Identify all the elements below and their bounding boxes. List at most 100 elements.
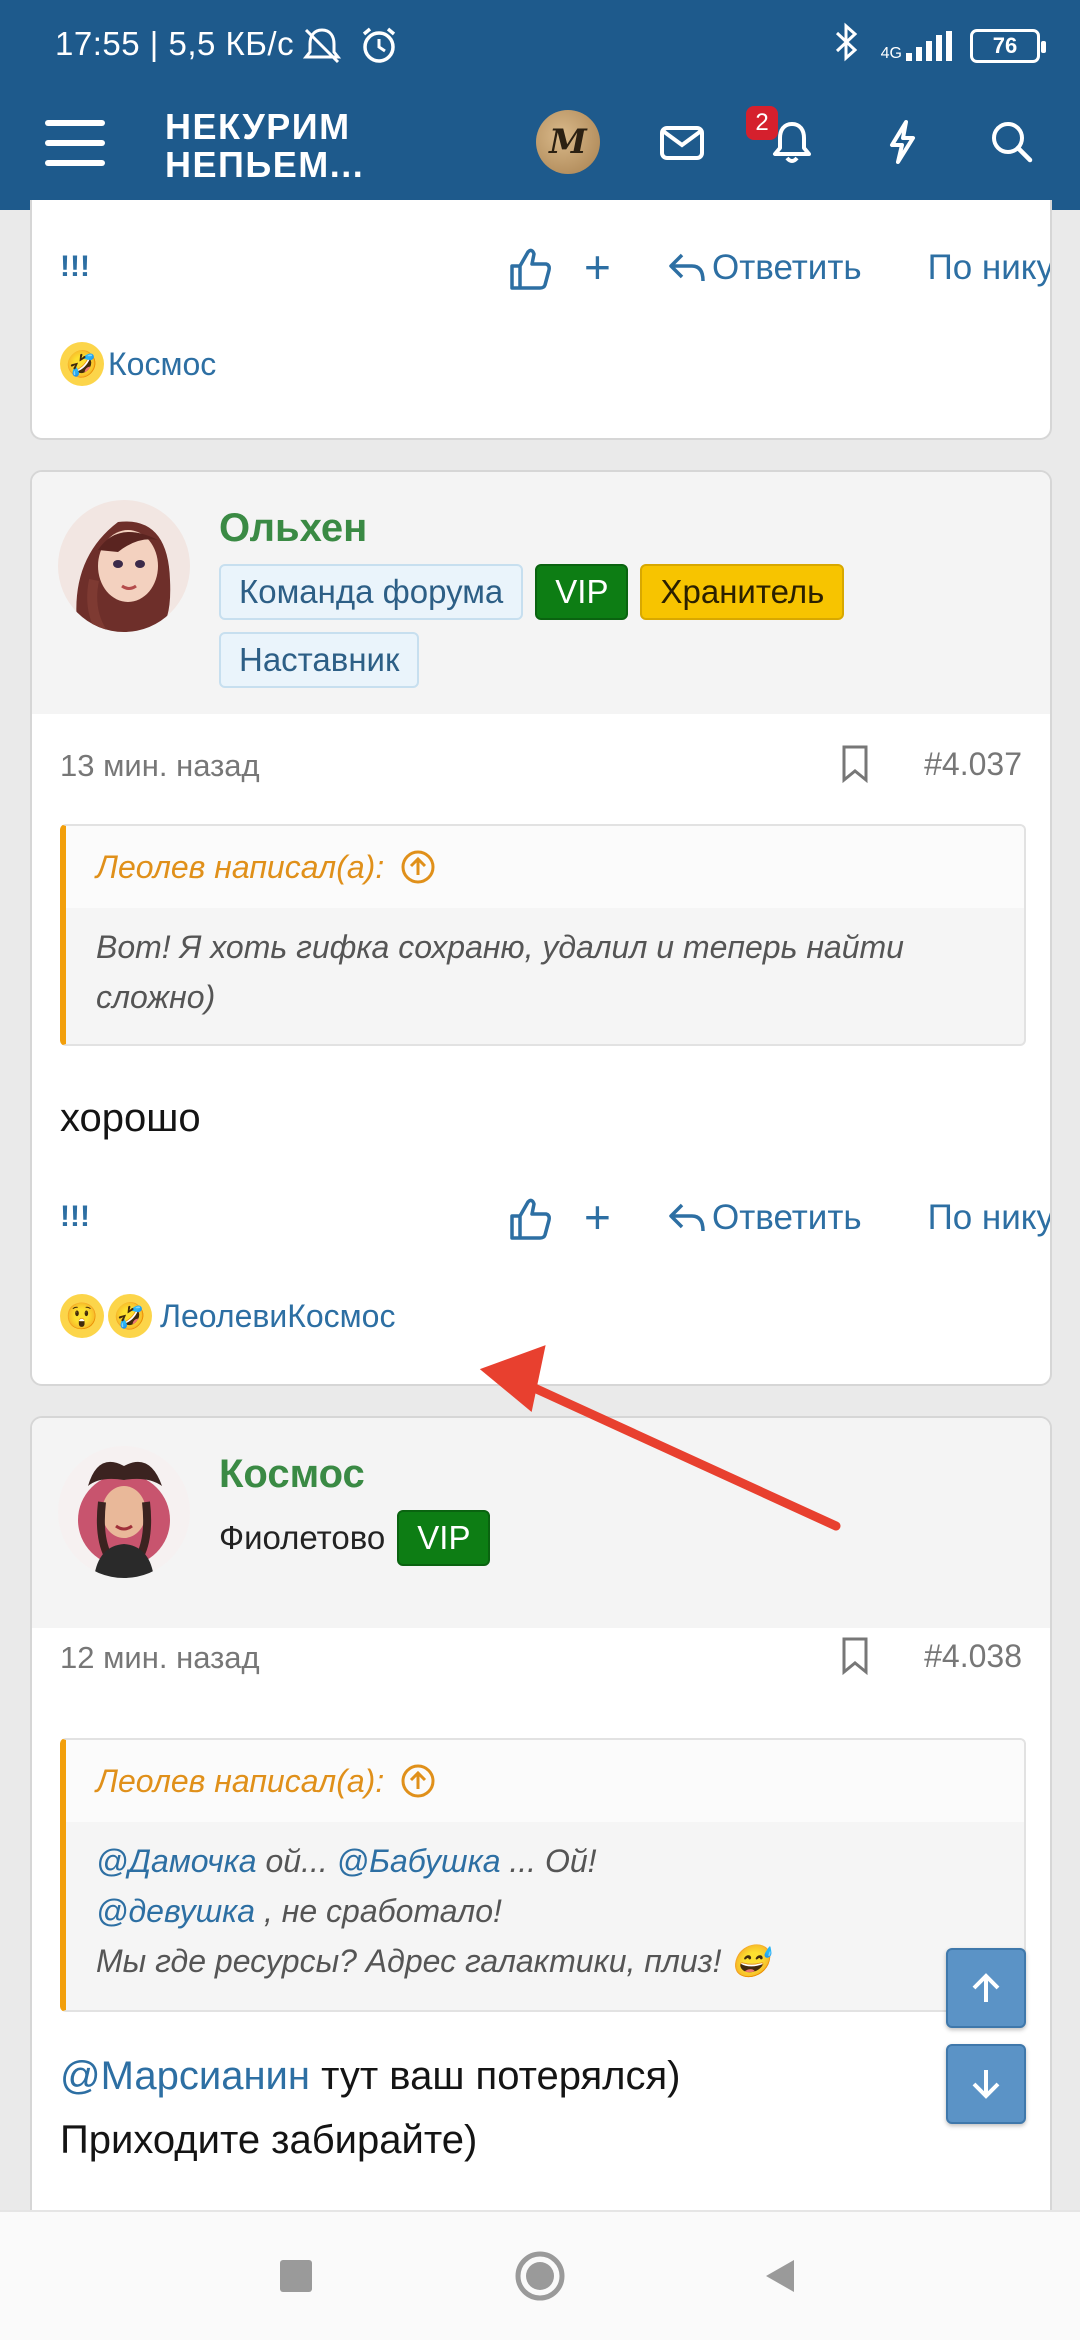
author-avatar[interactable] — [58, 500, 190, 632]
reactions-summary[interactable]: 🤣 Космос — [60, 342, 216, 386]
reply-button[interactable]: Ответить — [668, 1198, 862, 1238]
app-header: 17:55 | 5,5 КБ/с 4G 76 НЕКУРИМ НЕПЬЕМ...… — [0, 0, 1080, 210]
reply-label: Ответить — [712, 1198, 862, 1237]
astonished-emoji-icon: 😲 — [60, 1294, 104, 1338]
menu-button[interactable] — [45, 120, 105, 168]
post-time[interactable]: 13 мин. назад — [60, 748, 260, 784]
back-button[interactable] — [760, 2256, 800, 2301]
like-button[interactable] — [508, 1194, 552, 1244]
quote-text: @Дамочка ой... @Бабушка ... Ой! @девушка… — [66, 1822, 1024, 2006]
post-author-block: Ольхен Команда форума VIP Хранитель Наст… — [32, 472, 1050, 714]
post-number[interactable]: #4.037 — [924, 746, 1022, 783]
mention-link[interactable]: @Дамочка — [96, 1843, 257, 1879]
reply-icon — [669, 1203, 705, 1232]
report-button[interactable]: !!! — [60, 1200, 90, 1234]
dnd-icon — [300, 26, 344, 71]
post-actions: !!! + Ответить По нику — [60, 1191, 1050, 1254]
home-circle-icon — [515, 2251, 565, 2301]
post-body: хорошо — [60, 1096, 201, 1140]
status-icons: 4G 76 — [829, 22, 1046, 69]
mention-link[interactable]: @девушка — [96, 1893, 255, 1929]
mention-link[interactable]: @Марсианин — [60, 2054, 310, 2098]
battery-icon: 76 — [970, 28, 1046, 63]
rofl-emoji-icon: 🤣 — [60, 342, 104, 386]
post-line: Приходите забирайте) — [60, 2118, 478, 2162]
rofl-emoji-icon: 🤣 — [108, 1294, 152, 1338]
site-title[interactable]: НЕКУРИМ НЕПЬЕМ... — [165, 108, 364, 184]
post-line: @Марсианин тут ваш потерялся) — [60, 2044, 680, 2108]
mention-link[interactable]: @Бабушка — [337, 1843, 501, 1879]
arrow-down-icon — [972, 2070, 1000, 2099]
quote-block: Леолев написал(а): @Дамочка ой... @Бабуш… — [60, 1738, 1026, 2012]
like-button[interactable] — [508, 244, 552, 294]
quote-text: Вот! Я хоть гифка сохраню, удалил и тепе… — [96, 929, 904, 1015]
quote-line: Мы где ресурсы? Адрес галактики, плиз! 😅 — [96, 1943, 771, 1979]
post-time[interactable]: 12 мин. назад — [60, 1640, 260, 1676]
site-title-line1: НЕКУРИМ — [165, 106, 351, 147]
post-author-block: Космос Фиолетово VIP — [32, 1418, 1050, 1628]
alarm-icon — [358, 24, 400, 71]
bookmark-button[interactable] — [840, 1636, 870, 1676]
user-title: Фиолетово — [219, 1519, 386, 1556]
arrow-up-circle-icon — [401, 1764, 435, 1798]
reaction-user[interactable]: Космос — [287, 1298, 395, 1335]
author-username[interactable]: Ольхен — [219, 506, 367, 551]
badge-vip: VIP — [535, 564, 629, 620]
whats-new-button[interactable] — [872, 112, 932, 172]
search-button[interactable] — [982, 112, 1042, 172]
quote-header[interactable]: Леолев написал(а): — [66, 1740, 1024, 1822]
author-avatar[interactable] — [58, 1446, 190, 1578]
badge-keeper: Хранитель — [640, 564, 845, 620]
notification-count-badge: 2 — [746, 106, 778, 140]
thumbs-up-icon — [510, 1198, 551, 1240]
status-time-speed: 17:55 | 5,5 КБ/с — [55, 25, 295, 62]
post-actions: !!! + Ответить По нику — [60, 241, 1050, 304]
post-number[interactable]: #4.038 — [924, 1638, 1022, 1675]
signal-icon: 4G — [880, 30, 952, 62]
scroll-up-button[interactable] — [946, 1948, 1026, 2028]
bluetooth-icon — [829, 22, 863, 69]
arrow-up-icon — [972, 1973, 1000, 2002]
post-previous: !!! + Ответить По нику 🤣 Космос — [30, 200, 1052, 440]
quote-author: Леолев написал(а): — [96, 848, 385, 885]
react-plus-button[interactable]: + — [584, 240, 611, 294]
quote-fragment: ой... — [256, 1843, 337, 1879]
reaction-user[interactable]: Космос — [108, 346, 216, 383]
badge-forum-team: Команда форума — [219, 564, 524, 620]
home-button[interactable] — [514, 2250, 566, 2307]
quote-line: @девушка , не сработало! — [96, 1886, 994, 1936]
bookmark-button[interactable] — [840, 744, 870, 784]
quote-fragment: ... Ой! — [500, 1843, 597, 1879]
reactions-summary[interactable]: 😲 🤣 Леолев и Космос — [60, 1294, 395, 1338]
quote-fragment: , не сработало! — [255, 1893, 502, 1929]
quote-header[interactable]: Леолев написал(а): — [66, 826, 1024, 908]
system-navigation-bar — [0, 2210, 1080, 2340]
bookmark-icon — [842, 745, 868, 784]
author-badges: Команда форума VIP Хранитель Наставник — [219, 564, 1039, 688]
arrow-up-circle-icon — [401, 850, 435, 884]
react-plus-button[interactable]: + — [584, 1190, 611, 1244]
post-kosmos: Космос Фиолетово VIP 12 мин. назад #4.03… — [30, 1416, 1052, 2236]
user-avatar-button[interactable]: M — [536, 110, 600, 174]
thumbs-up-icon — [510, 248, 551, 290]
report-button[interactable]: !!! — [60, 250, 90, 284]
by-nick-button[interactable]: По нику — [928, 248, 1050, 288]
quote-author: Леолев написал(а): — [96, 1762, 385, 1799]
lightning-icon — [890, 120, 915, 164]
badge-mentor: Наставник — [219, 632, 420, 688]
network-type: 4G — [880, 44, 902, 62]
recents-button[interactable] — [278, 2258, 314, 2299]
square-icon — [280, 2260, 312, 2292]
search-icon — [992, 122, 1033, 163]
reply-icon — [669, 253, 705, 282]
site-title-line2: НЕПЬЕМ... — [165, 144, 365, 185]
reaction-separator: и — [269, 1297, 288, 1334]
messages-button[interactable] — [652, 112, 712, 172]
scroll-down-button[interactable] — [946, 2044, 1026, 2124]
reply-button[interactable]: Ответить — [668, 248, 862, 288]
badge-vip: VIP — [397, 1510, 491, 1566]
quote-block: Леолев написал(а): Вот! Я хоть гифка сох… — [60, 824, 1026, 1046]
author-username[interactable]: Космос — [219, 1452, 365, 1497]
by-nick-button[interactable]: По нику — [928, 1198, 1050, 1238]
reaction-user[interactable]: Леолев — [160, 1298, 269, 1335]
